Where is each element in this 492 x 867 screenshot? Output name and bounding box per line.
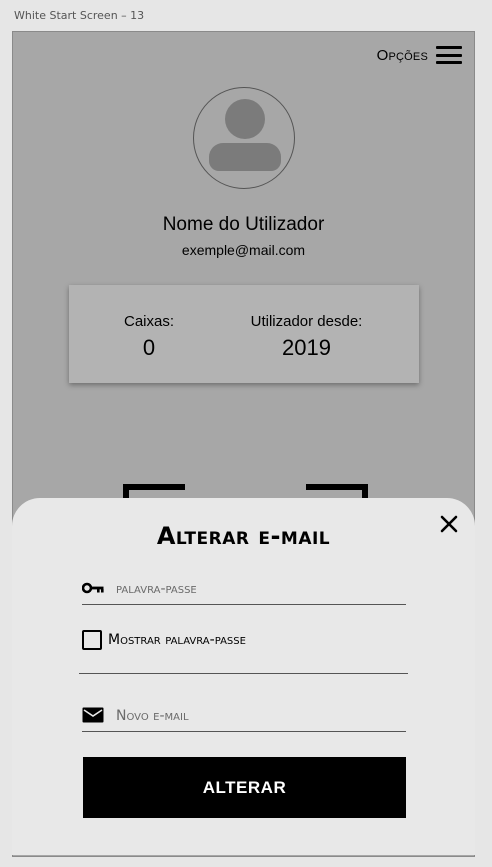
member-since-label: Utilizador desde: <box>250 313 363 330</box>
show-password-toggle[interactable]: Mostrar palavra-passe <box>82 630 246 650</box>
member-since-stat: Utilizador desde: 2019 <box>239 313 374 361</box>
envelope-icon <box>82 707 104 723</box>
user-name: Nome do Utilizador <box>162 214 325 235</box>
password-field <box>82 574 406 605</box>
artboard-title: White Start Screen – 13 <box>14 9 145 22</box>
show-password-label: Mostrar palavra-passe <box>108 632 246 648</box>
options-menu[interactable]: Opções <box>377 46 462 64</box>
stats-card: Caixas: 0 Utilizador desde: 2019 <box>69 285 419 383</box>
password-input[interactable] <box>116 578 396 600</box>
user-silhouette-icon <box>225 99 265 139</box>
show-password-checkbox[interactable] <box>82 630 102 650</box>
change-email-sheet: Alterar e-mail Mostrar palavra-passe ALT… <box>12 498 475 855</box>
avatar[interactable] <box>193 87 295 189</box>
boxes-stat: Caixas: 0 <box>109 313 189 361</box>
key-icon <box>82 582 104 594</box>
sheet-title: Alterar e-mail <box>156 522 331 550</box>
member-since-value: 2019 <box>282 335 331 360</box>
new-email-field <box>82 701 406 732</box>
boxes-value: 0 <box>142 335 156 360</box>
user-email: exemple@mail.com <box>181 242 306 258</box>
boxes-label: Caixas: <box>123 313 175 330</box>
close-button[interactable] <box>439 514 459 534</box>
options-label: Opções <box>376 46 428 64</box>
change-email-button[interactable]: ALTERAR <box>83 757 406 818</box>
hamburger-icon[interactable] <box>436 46 462 64</box>
new-email-input[interactable] <box>116 705 396 727</box>
close-icon <box>440 515 458 533</box>
divider <box>79 673 408 674</box>
